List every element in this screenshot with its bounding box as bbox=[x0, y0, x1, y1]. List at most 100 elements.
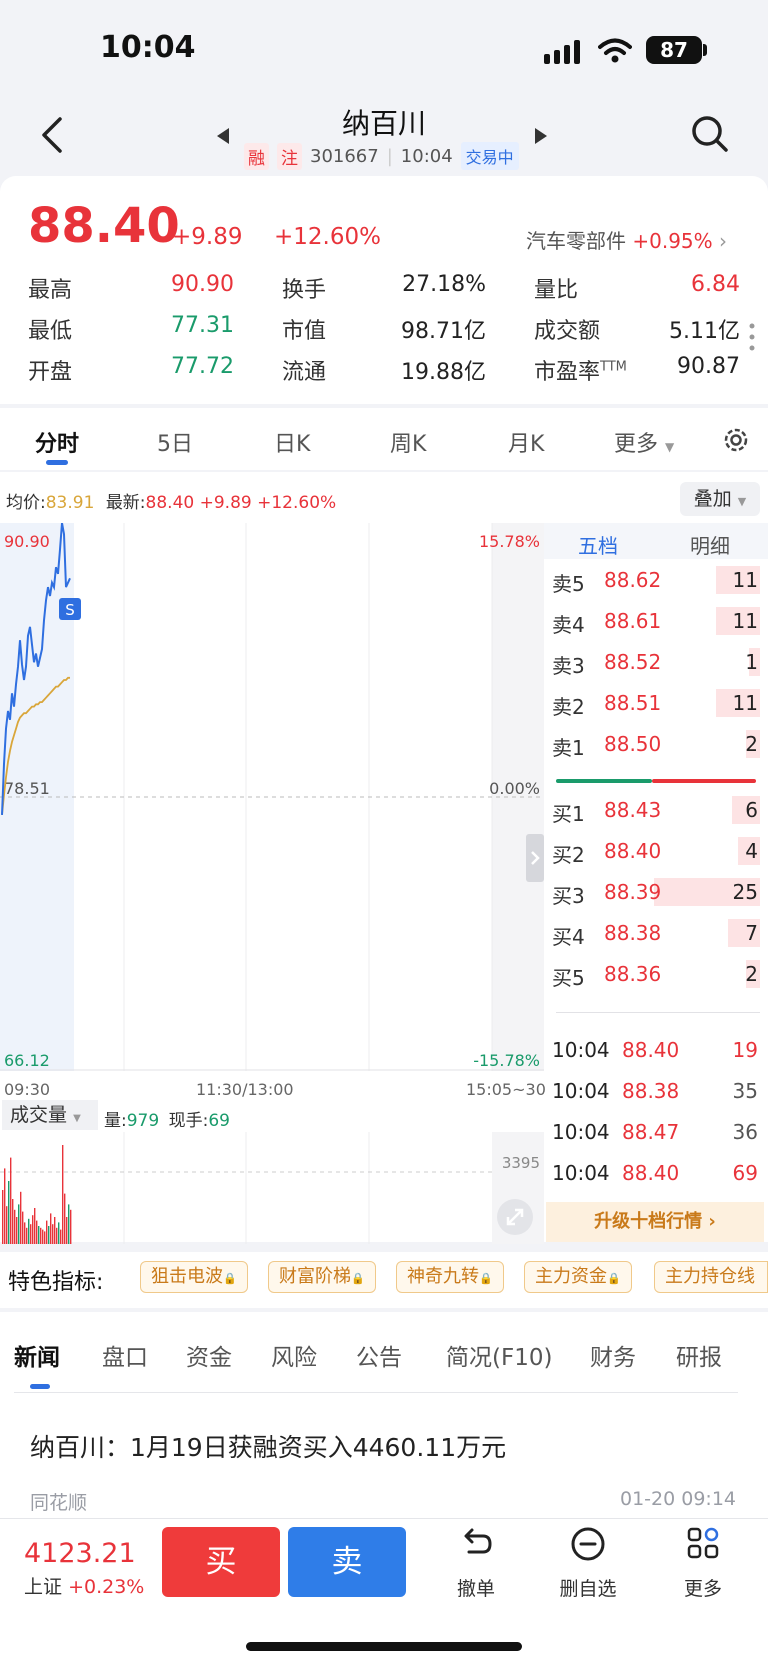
stat-value-pe: 90.87 bbox=[677, 354, 740, 379]
orderbook-divider bbox=[556, 1012, 760, 1013]
trade-time: 10:04 bbox=[552, 1161, 610, 1185]
tab-more[interactable]: 更多 ▼ bbox=[614, 426, 674, 458]
volume-bar bbox=[48, 1226, 50, 1244]
tab-intraday[interactable]: 分时 bbox=[35, 426, 79, 458]
avg-price: 83.91 bbox=[45, 493, 95, 513]
stat-label-high: 最高 bbox=[28, 278, 73, 303]
cancel-order-label[interactable]: 撤单 bbox=[446, 1574, 506, 1601]
stat-value-amount: 5.11亿 bbox=[669, 319, 740, 344]
remove-favorite-label[interactable]: 删自选 bbox=[555, 1574, 621, 1601]
news-tab-research[interactable]: 研报 bbox=[676, 1338, 722, 1372]
order-level-price[interactable]: 88.62 bbox=[604, 568, 661, 592]
sell-button[interactable]: 卖 bbox=[288, 1527, 406, 1597]
home-indicator bbox=[246, 1642, 522, 1651]
order-level-price[interactable]: 88.61 bbox=[604, 609, 661, 633]
order-level-price[interactable]: 88.36 bbox=[604, 962, 661, 986]
order-level-label: 卖2 bbox=[552, 695, 585, 719]
volume-bar bbox=[6, 1206, 8, 1244]
stat-label-market-cap: 市值 bbox=[282, 319, 327, 344]
order-level-price[interactable]: 88.52 bbox=[604, 650, 661, 674]
tab-monthly-k[interactable]: 月K bbox=[508, 426, 544, 458]
search-icon[interactable] bbox=[690, 114, 730, 154]
more-label[interactable]: 更多 bbox=[674, 1574, 732, 1601]
upgrade-banner[interactable]: 升级十档行情 › bbox=[546, 1202, 764, 1242]
volume-bar bbox=[58, 1222, 60, 1244]
indicator-chip[interactable]: 主力资金🔒 bbox=[524, 1261, 632, 1293]
news-tab-finance[interactable]: 财务 bbox=[590, 1338, 636, 1372]
order-level-label: 买2 bbox=[552, 843, 585, 867]
trade-volume: 69 bbox=[732, 1161, 758, 1185]
order-level-price[interactable]: 88.51 bbox=[604, 691, 661, 715]
stock-code: 301667 bbox=[310, 145, 379, 167]
signal-icon bbox=[544, 40, 580, 64]
remove-favorite-icon[interactable] bbox=[570, 1526, 606, 1562]
tab-underline bbox=[46, 460, 68, 465]
stat-value-low: 77.31 bbox=[171, 313, 234, 338]
volume-tab[interactable]: 成交量 ▼ bbox=[2, 1100, 98, 1130]
stat-value-float-cap: 19.88亿 bbox=[401, 360, 486, 385]
news-headline[interactable]: 纳百川：1月19日获融资买入4460.11万元 bbox=[30, 1428, 506, 1464]
pct-high-label: 15.78% bbox=[479, 532, 540, 551]
order-level-price[interactable]: 88.40 bbox=[604, 839, 661, 863]
sector-link[interactable]: 汽车零部件 +0.95% › bbox=[526, 225, 727, 254]
order-level-price[interactable]: 88.43 bbox=[604, 798, 661, 822]
order-level-price[interactable]: 88.38 bbox=[604, 921, 661, 945]
news-tab-announcement[interactable]: 公告 bbox=[356, 1338, 402, 1372]
index-change: +0.23% bbox=[68, 1576, 145, 1598]
settings-icon[interactable] bbox=[720, 424, 752, 456]
volume-bar bbox=[50, 1213, 52, 1244]
last-price: 88.40 bbox=[28, 198, 180, 254]
intraday-chart[interactable]: 90.90 78.51 66.12 15.78% 0.00% -15.78% S bbox=[0, 523, 544, 1071]
expand-sidebar-icon[interactable] bbox=[526, 834, 544, 882]
order-level-label: 买4 bbox=[552, 925, 585, 949]
indicator-chip[interactable]: 狙击电波🔒 bbox=[140, 1261, 248, 1293]
overlay-button[interactable]: 叠加 ▼ bbox=[680, 482, 760, 516]
order-level-label: 卖1 bbox=[552, 736, 585, 760]
news-tab-risk[interactable]: 风险 bbox=[271, 1338, 317, 1372]
news-tab-handicap[interactable]: 盘口 bbox=[102, 1338, 148, 1372]
tab-daily-k[interactable]: 日K bbox=[274, 426, 310, 458]
stat-label-volume-ratio: 量比 bbox=[534, 278, 579, 303]
indicator-chip[interactable]: 神奇九转🔒 bbox=[396, 1261, 504, 1293]
order-level-volume: 25 bbox=[732, 880, 758, 904]
news-time: 01-20 09:14 bbox=[620, 1488, 737, 1510]
more-grid-icon[interactable] bbox=[686, 1526, 720, 1560]
news-source: 同花顺 bbox=[30, 1492, 88, 1514]
hand-value: 69 bbox=[208, 1111, 230, 1131]
trading-state: 交易中 bbox=[460, 142, 519, 170]
undo-icon[interactable] bbox=[459, 1526, 493, 1560]
volume-bar bbox=[26, 1227, 28, 1244]
trade-time: 10:04 bbox=[552, 1120, 610, 1144]
x-start-label: 09:30 bbox=[4, 1080, 51, 1099]
stat-value-market-cap: 98.71亿 bbox=[401, 319, 486, 344]
x-mid-label: 11:30/13:00 bbox=[196, 1080, 294, 1099]
news-tab-news[interactable]: 新闻 bbox=[14, 1338, 60, 1372]
trade-price: 88.38 bbox=[622, 1079, 680, 1103]
news-tab-funds[interactable]: 资金 bbox=[186, 1338, 232, 1372]
indicator-chip[interactable]: 主力持仓线 bbox=[654, 1261, 768, 1293]
tab-weekly-k[interactable]: 周K bbox=[390, 426, 426, 458]
order-level-label: 买1 bbox=[552, 802, 585, 826]
tab-five-levels[interactable]: 五档 bbox=[578, 530, 618, 559]
more-dots-icon[interactable] bbox=[748, 322, 756, 352]
volume-bar bbox=[66, 1217, 68, 1244]
volume-bar bbox=[42, 1229, 44, 1244]
order-level-price[interactable]: 88.50 bbox=[604, 732, 661, 756]
stat-label-pe: 市盈率TTM bbox=[534, 359, 627, 385]
stat-label-low: 最低 bbox=[28, 319, 73, 344]
order-level-price[interactable]: 88.39 bbox=[604, 880, 661, 904]
tab-5day[interactable]: 5日 bbox=[157, 426, 193, 458]
volume-value: 979 bbox=[126, 1111, 160, 1131]
indicator-chip[interactable]: 财富阶梯🔒 bbox=[268, 1261, 376, 1293]
buy-button[interactable]: 买 bbox=[162, 1527, 280, 1597]
trade-volume: 35 bbox=[732, 1079, 758, 1103]
index-value[interactable]: 4123.21 bbox=[24, 1538, 136, 1569]
volume-bar bbox=[36, 1220, 38, 1244]
volume-bar bbox=[40, 1227, 42, 1244]
tab-detail[interactable]: 明细 bbox=[690, 530, 730, 559]
volume-bar bbox=[28, 1218, 30, 1244]
volume-bar bbox=[38, 1226, 40, 1244]
news-tab-profile[interactable]: 简况(F10) bbox=[446, 1338, 552, 1372]
volume-bar bbox=[14, 1209, 16, 1244]
fullscreen-icon[interactable] bbox=[496, 1198, 534, 1236]
